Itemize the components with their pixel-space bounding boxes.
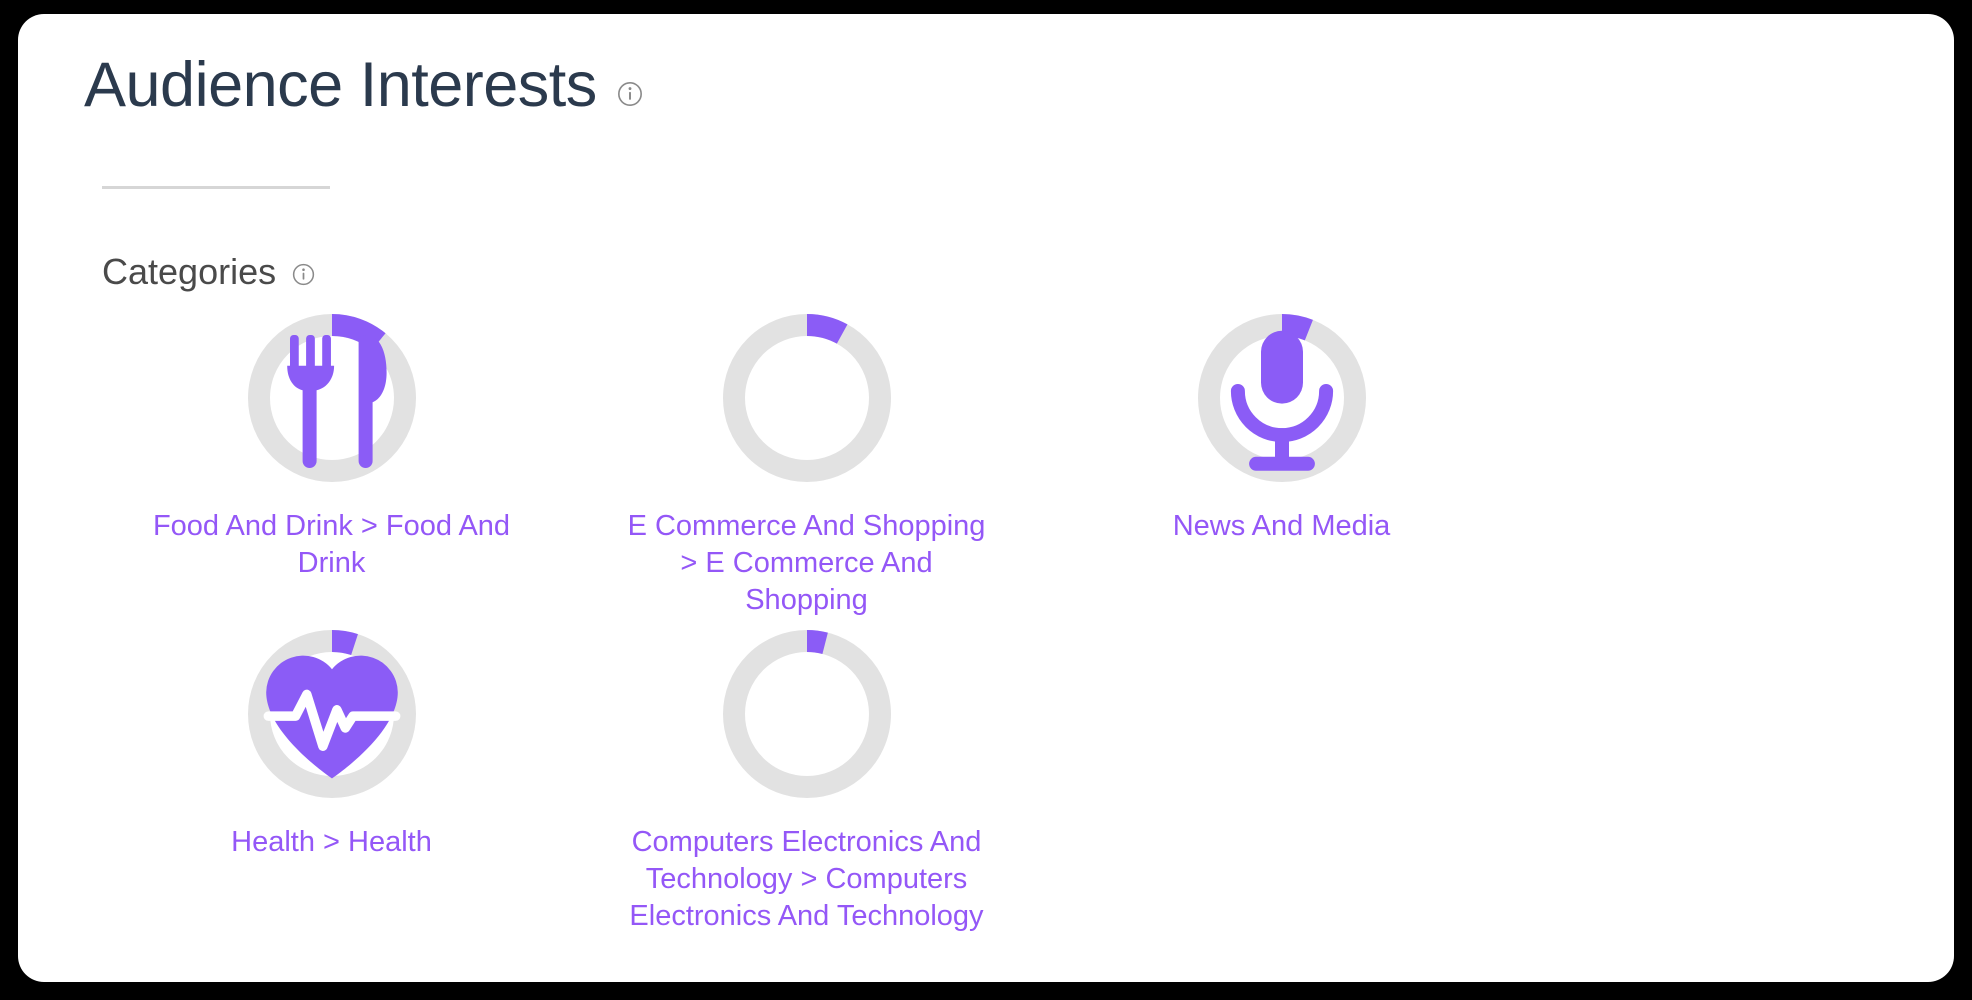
category-donut [1197, 314, 1366, 482]
donut-gauge [247, 314, 416, 482]
category-item[interactable]: Food And Drink > Food And Drink [94, 314, 569, 630]
audience-interests-card: Audience Interests Categories Food And D… [18, 14, 1954, 982]
category-item[interactable]: Computers Electronics And Technology > C… [569, 630, 1044, 946]
card-header: Audience Interests [84, 52, 643, 118]
category-label[interactable]: Health > Health [142, 824, 522, 861]
categories-section-header: Categories [102, 251, 315, 293]
category-donut [722, 630, 891, 799]
category-donut [247, 314, 416, 482]
category-label[interactable]: Food And Drink > Food And Drink [142, 508, 522, 582]
category-donut [722, 314, 891, 482]
category-item[interactable]: Health > Health [94, 630, 569, 946]
header-divider [102, 186, 330, 189]
section-title: Categories [102, 251, 277, 292]
donut-track [1197, 314, 1366, 482]
donut-gauge [1197, 314, 1366, 482]
donut-gauge [722, 630, 891, 799]
page-title: Audience Interests [84, 50, 597, 120]
category-item[interactable]: News And Media [1044, 314, 1519, 630]
info-circle-icon[interactable] [292, 263, 315, 286]
category-donut [247, 630, 416, 799]
donut-track [722, 314, 891, 482]
category-label[interactable]: News And Media [1092, 508, 1472, 545]
donut-track [722, 630, 891, 799]
category-label[interactable]: Computers Electronics And Technology > C… [617, 824, 997, 934]
screen: Audience Interests Categories Food And D… [0, 0, 1972, 1000]
categories-grid: Food And Drink > Food And Drink E Commer… [94, 314, 1904, 947]
donut-track [247, 630, 416, 799]
donut-track [247, 314, 416, 482]
donut-gauge [722, 314, 891, 482]
category-label[interactable]: E Commerce And Shopping > E Commerce And… [617, 508, 997, 618]
info-circle-icon[interactable] [617, 81, 643, 107]
category-item[interactable]: E Commerce And Shopping > E Commerce And… [569, 314, 1044, 630]
donut-gauge [247, 630, 416, 799]
